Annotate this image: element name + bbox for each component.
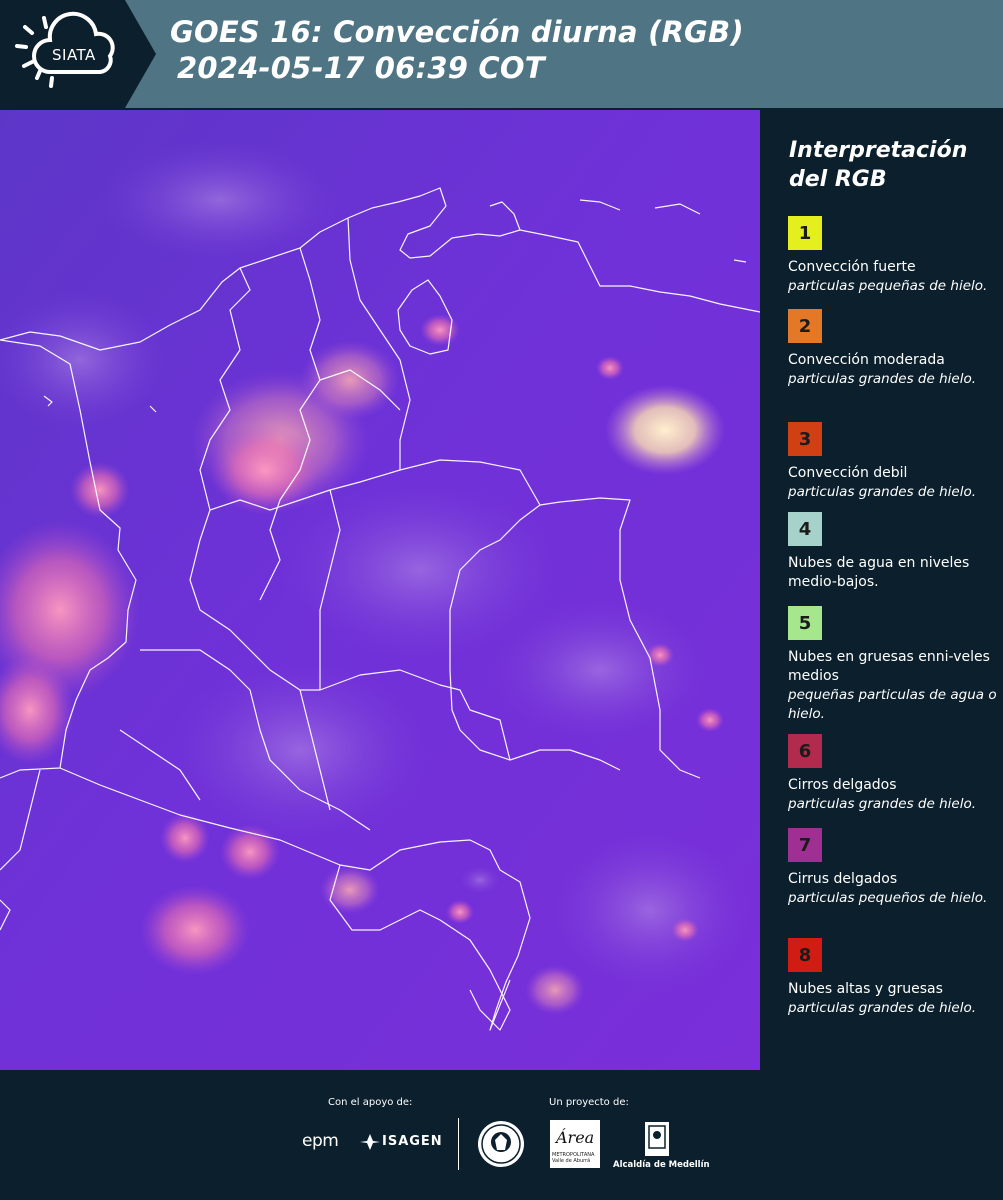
- legend-item-name: Nubes en gruesas enni-veles medios: [788, 649, 990, 684]
- legend-title-line-2: del RGB: [789, 167, 887, 192]
- siata-logo-text: SIATA: [52, 46, 96, 64]
- isagen-logo: ISAGEN: [382, 1134, 443, 1149]
- legend-swatch-3: 3: [788, 422, 822, 456]
- legend-swatch-1: 1: [788, 216, 822, 250]
- legend-item-5: 5 Nubes en gruesas enni-veles medios peq…: [788, 606, 998, 724]
- legend-item-name: Nubes altas y gruesas: [788, 981, 943, 997]
- legend-item-desc: particulas grandes de hielo.: [788, 484, 976, 500]
- legend-title-line-1: Interpretación: [789, 138, 968, 163]
- legend-item-desc: particulas grandes de hielo.: [788, 371, 976, 387]
- isagen-icon: [360, 1134, 380, 1150]
- support-label: Con el apoyo de:: [328, 1097, 413, 1108]
- legend-swatch-4: 4: [788, 512, 822, 546]
- project-label: Un proyecto de:: [549, 1097, 629, 1108]
- alcaldia-medellin-logo: Alcaldía de Medellín: [613, 1160, 710, 1170]
- legend-item-name: Cirrus delgados: [788, 871, 898, 887]
- area-logo-subtext: METROPOLITANA Valle de Aburrá: [552, 1152, 595, 1164]
- legend-item-8: 8 Nubes altas y gruesas particulas grand…: [788, 938, 998, 1018]
- seal-icon: [478, 1121, 524, 1167]
- legend-item-3: 3 Convección debil particulas grandes de…: [788, 422, 998, 502]
- footer-bar: Con el apoyo de: Un proyecto de: epm ISA…: [0, 1070, 1003, 1200]
- legend-item-2: 2 Convección moderada particulas grandes…: [788, 309, 998, 389]
- legend-item-desc: particulas grandes de hielo.: [788, 796, 976, 812]
- legend-item-name: Convección debil: [788, 465, 908, 481]
- legend-item-name: Convección moderada: [788, 352, 945, 368]
- legend-item-desc: particulas pequeñas de hielo.: [788, 278, 988, 294]
- title-timestamp: 2024-05-17 06:39 COT: [177, 51, 545, 85]
- legend-item-1: 1 Convección fuerte particulas pequeñas …: [788, 216, 998, 296]
- satellite-map: [0, 110, 760, 1070]
- siata-logo: SIATA: [0, 0, 156, 108]
- legend-item-4: 4 Nubes de agua en niveles medio-bajos.: [788, 512, 998, 592]
- page-title: GOES 16: Convección diurna (RGB) 2024-05…: [170, 14, 744, 86]
- legend-item-desc: particulas pequeños de hielo.: [788, 890, 988, 906]
- legend-item-desc: particulas grandes de hielo.: [788, 1000, 976, 1016]
- legend-panel: Interpretación del RGB 1 Convección fuer…: [762, 110, 1003, 1070]
- header-bar: SIATA GOES 16: Convección diurna (RGB) 2…: [0, 0, 1003, 108]
- title-line-1: GOES 16: Convección diurna (RGB): [170, 15, 744, 49]
- legend-swatch-2: 2: [788, 309, 822, 343]
- medellin-shield-icon: [645, 1122, 669, 1156]
- area-metropolitana-logo: Área METROPOLITANA Valle de Aburrá: [550, 1120, 600, 1168]
- legend-item-name: Convección fuerte: [788, 259, 916, 275]
- legend-item-desc: pequeñas particulas de agua o hielo.: [788, 687, 997, 722]
- legend-swatch-7: 7: [788, 828, 822, 862]
- legend-item-6: 6 Cirros delgados particulas grandes de …: [788, 734, 998, 814]
- area-logo-text: Área: [556, 1128, 595, 1147]
- legend-swatch-6: 6: [788, 734, 822, 768]
- legend-item-7: 7 Cirrus delgados particulas pequeños de…: [788, 828, 998, 908]
- legend-item-name: Nubes de agua en niveles medio-bajos.: [788, 555, 970, 590]
- legend-swatch-8: 8: [788, 938, 822, 972]
- footer-divider: [458, 1118, 459, 1170]
- legend-item-name: Cirros delgados: [788, 777, 897, 793]
- epm-logo: epm: [302, 1131, 339, 1151]
- legend-swatch-5: 5: [788, 606, 822, 640]
- legend-title: Interpretación del RGB: [789, 136, 967, 194]
